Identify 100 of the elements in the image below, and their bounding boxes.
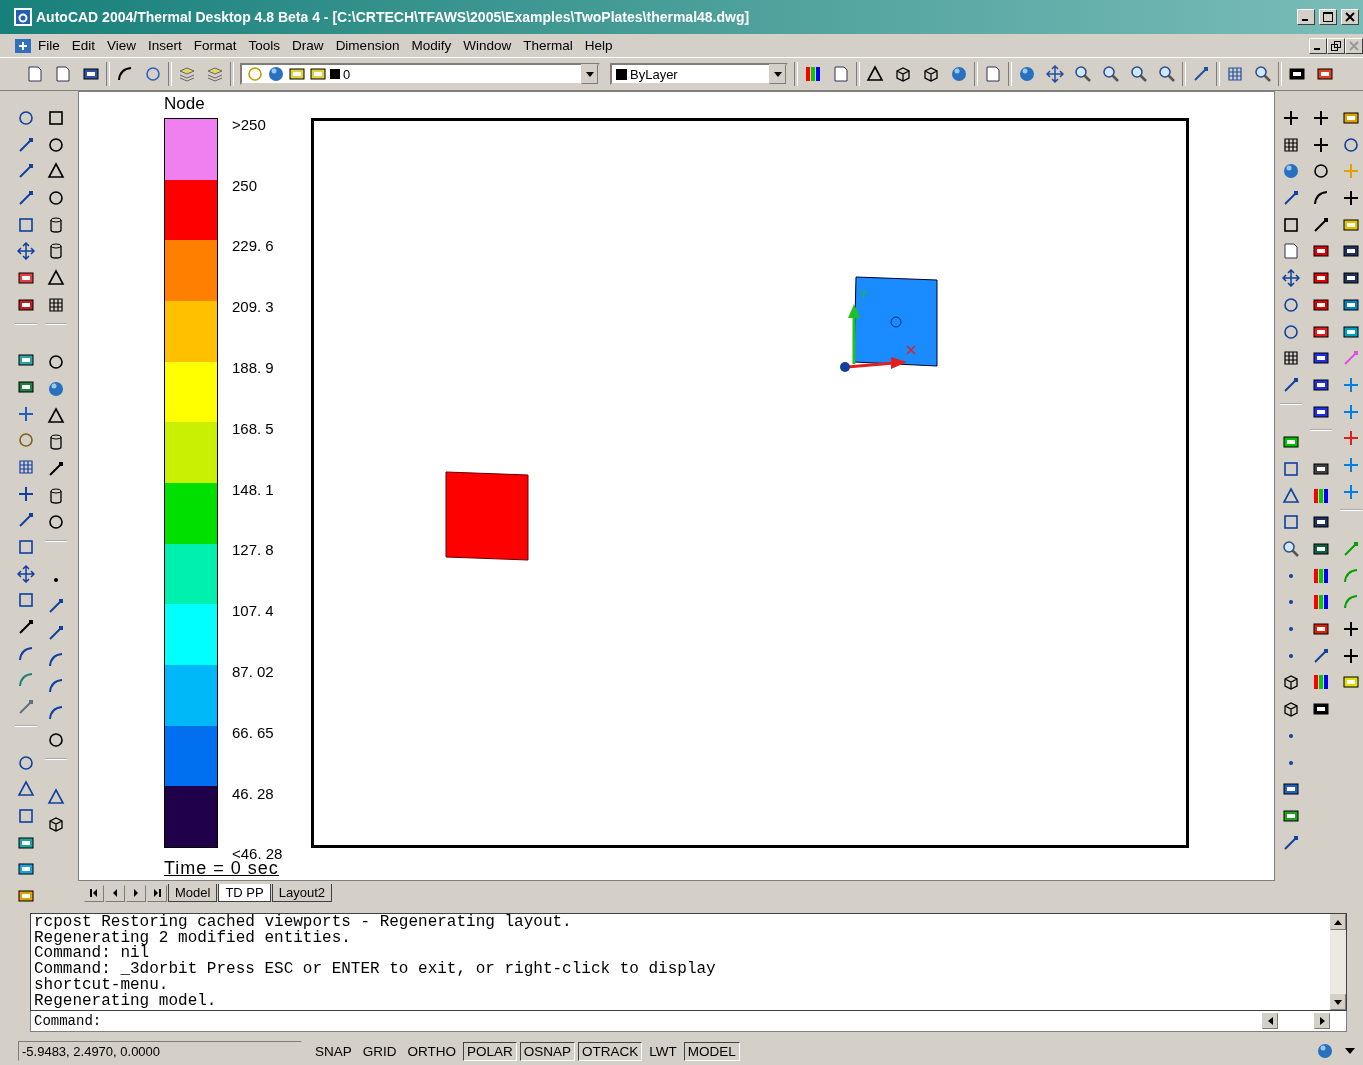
close-button[interactable]: [1345, 37, 1363, 54]
triangle-icon[interactable]: [47, 269, 65, 288]
line-icon[interactable]: [1312, 215, 1330, 234]
crosshair-icon[interactable]: [1282, 109, 1300, 127]
sphere-icon[interactable]: [1316, 1042, 1334, 1060]
menu-item[interactable]: Window: [457, 38, 518, 53]
caret-icon[interactable]: [1345, 1048, 1355, 1054]
menu-item[interactable]: Insert: [142, 38, 188, 53]
line-icon[interactable]: [1282, 375, 1300, 394]
square-icon[interactable]: [17, 806, 35, 825]
square-icon[interactable]: [1282, 215, 1300, 234]
circle-icon[interactable]: [47, 189, 65, 208]
menu-item[interactable]: Tools: [242, 38, 287, 53]
cylinder-icon[interactable]: [47, 242, 65, 261]
line-icon[interactable]: [1312, 646, 1330, 665]
status-toggle[interactable]: POLAR: [463, 1041, 517, 1061]
status-toggle[interactable]: OSNAP: [519, 1041, 576, 1061]
circle-icon[interactable]: [17, 109, 35, 127]
circle-icon[interactable]: [47, 730, 65, 749]
move-arrows-icon[interactable]: [17, 242, 35, 261]
triangle-icon[interactable]: [47, 788, 65, 807]
minimize-button[interactable]: [1297, 9, 1315, 25]
move-arrows-icon[interactable]: [1282, 269, 1300, 288]
drawing-canvas[interactable]: Node >250 250 229. 6 209. 3 188. 9 168. 5 148. 1 127. 8 107. 4 87. 02 66. 65 46. 28 <46. 28 Time = 0 sec Y: [78, 91, 1275, 881]
restore-button[interactable]: [1327, 37, 1345, 54]
color-dropdown[interactable]: ByLayer: [610, 63, 788, 85]
crosshair-icon[interactable]: [1342, 646, 1360, 665]
triangle-icon[interactable]: [47, 162, 65, 181]
sphere-icon[interactable]: [47, 379, 65, 398]
magnifier-icon[interactable]: [1102, 65, 1120, 83]
restore-icon[interactable]: [1331, 40, 1341, 51]
circle-icon[interactable]: [47, 353, 65, 372]
circle-icon[interactable]: [47, 513, 65, 532]
page-icon[interactable]: [1282, 242, 1300, 261]
move-arrows-icon[interactable]: [1046, 65, 1064, 83]
page-icon[interactable]: [54, 65, 72, 83]
menu-item[interactable]: Thermal: [517, 38, 579, 53]
crosshair-icon[interactable]: [17, 484, 35, 503]
arc-icon[interactable]: [17, 644, 35, 663]
square-icon[interactable]: [17, 538, 35, 557]
sphere-icon[interactable]: [1018, 65, 1036, 83]
status-toggle[interactable]: OTRACK: [578, 1041, 643, 1061]
crosshair-icon[interactable]: [1342, 620, 1360, 639]
filled-square-icon[interactable]: [1342, 109, 1360, 127]
filled-square-icon[interactable]: [17, 887, 35, 905]
triangle-icon[interactable]: [866, 65, 884, 83]
grid-icon[interactable]: [1282, 349, 1300, 368]
circle-icon[interactable]: [17, 753, 35, 772]
circle-icon[interactable]: [1282, 295, 1300, 314]
filled-square-icon[interactable]: [82, 65, 100, 83]
square-icon[interactable]: [1282, 513, 1300, 532]
magnifier-icon[interactable]: [1074, 65, 1092, 83]
up-arrow-icon[interactable]: [1334, 919, 1342, 925]
layer-dropdown[interactable]: 0: [240, 63, 600, 85]
menu-item[interactable]: File: [32, 38, 66, 53]
status-toggle[interactable]: MODEL: [683, 1041, 740, 1061]
filled-square-icon[interactable]: [1312, 540, 1330, 558]
grid-icon[interactable]: [17, 457, 35, 476]
triangle-icon[interactable]: [1282, 486, 1300, 505]
triangle-icon[interactable]: [47, 406, 65, 425]
color-bars-icon[interactable]: [1312, 673, 1330, 692]
square-icon[interactable]: [47, 109, 65, 127]
color-bars-icon[interactable]: [1312, 593, 1330, 612]
maximize-button[interactable]: [1319, 9, 1337, 25]
line-icon[interactable]: [17, 135, 35, 154]
document-icon[interactable]: [14, 37, 32, 54]
arc-icon[interactable]: [47, 650, 65, 669]
menu-item[interactable]: Edit: [65, 38, 102, 53]
sphere-icon[interactable]: [267, 65, 285, 83]
square-icon[interactable]: [1282, 459, 1300, 478]
cube-icon[interactable]: [1282, 673, 1300, 692]
circle-icon[interactable]: [1342, 135, 1360, 154]
left-arrow-icon[interactable]: [1267, 1017, 1273, 1025]
menu-item[interactable]: Dimension: [329, 38, 406, 53]
square-icon[interactable]: [17, 591, 35, 610]
circle-icon[interactable]: [1282, 322, 1300, 341]
color-bars-icon[interactable]: [1312, 486, 1330, 505]
circle-icon[interactable]: [1312, 162, 1330, 181]
maximize-icon[interactable]: [1323, 12, 1333, 22]
minimize-button[interactable]: [1309, 37, 1327, 54]
menu-item[interactable]: Help: [578, 38, 619, 53]
color-bars-icon[interactable]: [804, 65, 822, 83]
crosshair-icon[interactable]: [1312, 135, 1330, 154]
magnifier-icon[interactable]: [1158, 65, 1176, 83]
menu-item[interactable]: Draw: [286, 38, 330, 53]
layout-tab[interactable]: Model: [168, 884, 218, 902]
cube-icon[interactable]: [922, 65, 940, 83]
filled-square-icon[interactable]: [1316, 65, 1334, 83]
close-icon[interactable]: [1345, 12, 1355, 22]
page-icon[interactable]: [984, 65, 1002, 83]
scrollbar[interactable]: [1330, 914, 1346, 1010]
layout-tab[interactable]: Layout2: [271, 884, 332, 902]
line-icon[interactable]: [1282, 833, 1300, 852]
menu-item[interactable]: Modify: [405, 38, 458, 53]
grid-icon[interactable]: [47, 295, 65, 314]
square-icon[interactable]: [17, 215, 35, 234]
close-button[interactable]: [1341, 9, 1359, 25]
color-bars-icon[interactable]: [1312, 566, 1330, 585]
arc-icon[interactable]: [116, 65, 134, 83]
magnifier-icon[interactable]: [1254, 65, 1272, 83]
